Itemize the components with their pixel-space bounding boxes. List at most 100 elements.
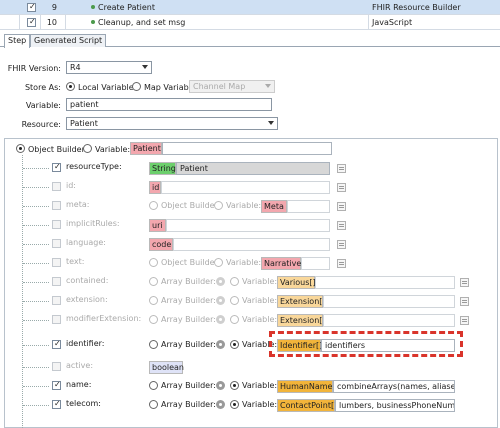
field-value-input[interactable] [287, 200, 330, 213]
variable-label: Variable: [226, 201, 262, 210]
variable-radio[interactable] [230, 296, 239, 305]
field-row-language: language: code [0, 235, 500, 254]
variable-label: Variable: [25, 101, 61, 110]
edit-icon[interactable] [337, 202, 346, 211]
root-variable-radio[interactable] [83, 144, 92, 153]
object-builder-radio[interactable] [149, 258, 158, 267]
gear-icon[interactable] [216, 277, 225, 286]
step-row[interactable]: 9 Create Patient FHIR Resource Builder [0, 0, 500, 15]
field-row-id: id: id [0, 178, 500, 197]
variable-label: Variable: [242, 400, 278, 409]
root-variable-input[interactable] [162, 142, 332, 155]
tree-branch [23, 263, 49, 264]
array-builder-radio[interactable] [149, 296, 158, 305]
object-builder-radio[interactable] [149, 201, 158, 210]
variable-radio[interactable] [230, 381, 239, 390]
field-value-input[interactable] [315, 276, 455, 289]
field-checkbox[interactable] [52, 362, 61, 371]
type-chip: boolean [149, 361, 184, 374]
gear-icon[interactable] [216, 400, 225, 409]
step-enabled-checkbox[interactable] [27, 2, 36, 12]
tree-branch [23, 367, 49, 368]
array-builder-radio[interactable] [149, 277, 158, 286]
edit-icon[interactable] [337, 183, 346, 192]
array-builder-radio[interactable] [149, 400, 158, 409]
field-row-modifierextension: modifierExtension: Array Builder: Variab… [0, 311, 500, 330]
edit-icon[interactable] [460, 297, 469, 306]
edit-icon[interactable] [337, 164, 346, 173]
tree-branch [23, 320, 49, 321]
variable-label: Variable: [242, 296, 278, 305]
field-value-input[interactable] [161, 181, 330, 194]
field-value-input[interactable] [323, 295, 455, 308]
variable-radio[interactable] [230, 400, 239, 409]
field-checkbox[interactable] [52, 201, 61, 210]
field-checkbox[interactable] [52, 277, 61, 286]
gear-icon[interactable] [216, 381, 225, 390]
resource-value: Patient [70, 119, 98, 128]
edit-icon[interactable] [337, 221, 346, 230]
field-row-meta: meta: Object Builder Variable: Meta [0, 197, 500, 216]
field-checkbox[interactable] [52, 315, 61, 324]
field-row-implicitrules: implicitRules: uri [0, 216, 500, 235]
field-value-input[interactable] [173, 238, 330, 251]
tab-step[interactable]: Step [4, 34, 31, 48]
field-value-input[interactable] [301, 257, 330, 270]
field-checkbox[interactable] [52, 296, 61, 305]
variable-radio[interactable] [230, 315, 239, 324]
step-name: Cleanup, and set msg [98, 17, 186, 27]
field-checkbox[interactable] [52, 380, 61, 390]
edit-icon[interactable] [337, 259, 346, 268]
step-type: FHIR Resource Builder [372, 2, 461, 12]
variable-radio[interactable] [230, 277, 239, 286]
local-variable-radio[interactable] [66, 82, 75, 91]
variable-radio[interactable] [214, 258, 223, 267]
tab-generated-script[interactable]: Generated Script [30, 34, 107, 47]
map-variable-radio[interactable] [132, 82, 141, 91]
field-checkbox[interactable] [52, 258, 61, 267]
field-label: language: [66, 238, 106, 247]
gear-icon[interactable] [216, 340, 225, 349]
edit-icon[interactable] [337, 240, 346, 249]
variable-radio[interactable] [214, 201, 223, 210]
step-list: 9 Create Patient FHIR Resource Builder 1… [0, 0, 500, 30]
field-checkbox[interactable] [52, 399, 61, 409]
field-checkbox[interactable] [52, 162, 61, 172]
step-row[interactable]: 10 Cleanup, and set msg JavaScript [0, 15, 500, 30]
field-checkbox[interactable] [52, 339, 61, 349]
field-checkbox[interactable] [52, 220, 61, 229]
type-chip: uri [149, 219, 166, 232]
step-enabled-checkbox[interactable] [27, 17, 36, 27]
field-value-input[interactable]: Patient [176, 162, 330, 175]
gear-icon[interactable] [216, 315, 225, 324]
field-value-input[interactable] [323, 314, 455, 327]
object-builder-radio[interactable] [16, 144, 25, 153]
field-value-input[interactable] [166, 219, 330, 232]
gear-icon[interactable] [216, 296, 225, 305]
variable-radio[interactable] [230, 340, 239, 349]
array-builder-radio[interactable] [149, 315, 158, 324]
resource-select[interactable]: Patient [66, 117, 278, 130]
edit-icon[interactable] [460, 278, 469, 287]
field-checkbox[interactable] [52, 182, 61, 191]
type-chip: code [149, 238, 173, 251]
field-label: extension: [66, 295, 108, 304]
field-value-input[interactable]: combineArrays(names, aliases) [333, 380, 455, 393]
type-chip-patient: Patient [130, 142, 162, 155]
array-builder-radio[interactable] [149, 381, 158, 390]
variable-label: Variable: [242, 381, 278, 390]
object-builder-label: Object Builder [161, 201, 218, 210]
edit-icon[interactable] [460, 316, 469, 325]
field-checkbox[interactable] [52, 239, 61, 248]
field-label: telecom: [66, 399, 101, 408]
array-builder-radio[interactable] [149, 340, 158, 349]
field-label: identifier: [66, 339, 105, 348]
variable-input[interactable]: patient [66, 98, 272, 111]
field-row-text: text: Object Builder Variable: Narrative [0, 254, 500, 273]
map-select[interactable]: Channel Map [189, 80, 275, 93]
field-row-contained: contained: Array Builder: Variable: Vari… [0, 273, 500, 292]
field-value-input[interactable]: lumbers, businessPhoneNumbers) [335, 399, 455, 412]
fhir-version-select[interactable]: R4 [66, 61, 152, 74]
array-builder-label: Array Builder: [161, 340, 216, 349]
field-label: active: [66, 361, 94, 370]
